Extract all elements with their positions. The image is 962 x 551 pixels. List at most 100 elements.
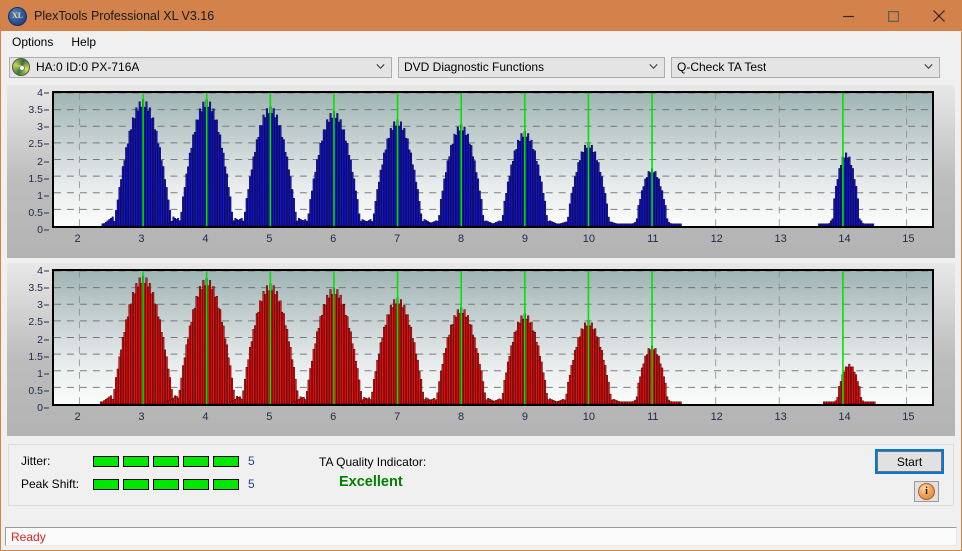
x-tick-label: 11 [647,233,659,245]
y-tick-label: 3.5 [28,282,43,295]
x-tick-label: 7 [394,411,401,423]
x-tick-label: 12 [710,411,723,423]
titlebar: XL PlexTools Professional XL V3.16 [1,1,961,31]
peak-shift-row: Peak Shift: 5 [21,477,255,491]
peakshift-chart-plot-wrap [52,269,934,406]
x-tick-label: 11 [647,411,659,423]
y-tick-label: 1 [37,189,43,202]
x-tick-label: 7 [394,233,401,245]
y-tick [44,270,49,272]
test-selector-value: Q-Check TA Test [677,60,767,74]
window-controls [826,1,961,31]
peakshift-chart-plot[interactable] [52,269,934,406]
jitter-chart-y-axis: 0 0.5 1 1.5 2 2.5 3 3.5 4 [7,87,49,236]
bar-segment [153,478,179,490]
minimize-icon[interactable] [826,1,871,31]
y-tick [44,287,49,289]
y-tick [44,161,49,162]
ta-quality-value: Excellent [339,474,403,490]
peakshift-chart-panel: 0 0.5 1 1.5 2 2.5 3 3.5 4 2 3 4 5 6 7 8 9 10 11 12 13 14 15 [7,263,955,436]
peak-shift-bar-gauge [93,478,239,490]
y-tick [44,339,49,340]
y-tick [44,92,49,94]
close-icon[interactable] [916,1,961,31]
peakshift-chart-y-axis: 0 0.5 1 1.5 2 2.5 3 3.5 4 [7,265,49,414]
x-tick-label: 14 [838,411,851,423]
info-button[interactable]: i [914,481,939,502]
y-tick [44,373,49,375]
y-tick [44,126,49,128]
y-tick-label: 3.5 [28,104,43,117]
peakshift-chart-x-axis: 2 3 4 5 6 7 8 9 10 11 12 13 14 15 [52,411,934,431]
jitter-chart-plot-wrap [52,91,934,228]
y-tick-label: 3 [37,121,43,134]
bar-segment [183,478,209,490]
menubar: Options Help [1,31,961,53]
peak-shift-label: Peak Shift: [21,477,80,491]
jitter-value: 5 [248,454,255,468]
test-selector[interactable]: Q-Check TA Test [671,56,940,78]
jitter-row: Jitter: 5 [21,454,255,468]
x-tick-label: 10 [582,233,595,245]
chevron-down-icon[interactable] [924,62,933,71]
menu-item-options[interactable]: Options [8,33,61,51]
jitter-chart-panel: 0 0.5 1 1.5 2 2.5 3 3.5 4 2 3 4 5 6 7 8 9 10 11 12 13 14 15 [7,85,955,258]
bar-segment [93,455,119,467]
y-tick [44,178,49,180]
info-icon: i [918,483,935,500]
y-tick [44,390,49,392]
jitter-chart-plot[interactable] [52,91,934,228]
peak-shift-value: 5 [248,477,255,491]
y-tick-label: 4 [37,87,43,99]
y-tick [44,109,49,111]
bar-segment [213,478,239,490]
results-panel: Jitter: 5 Peak Shift: 5 TA Quality Indic… [8,444,954,506]
app-icon-text: XL [11,11,24,20]
function-selector-value: DVD Diagnostic Functions [404,60,545,74]
drive-selector[interactable]: HA:0 ID:0 PX-716A [9,56,392,78]
y-tick-label: 2.5 [28,138,43,151]
x-tick-label: 10 [582,411,595,423]
x-tick-label: 2 [74,233,81,245]
chevron-down-icon[interactable] [649,62,658,71]
x-tick-label: 13 [774,411,787,423]
x-tick-label: 6 [330,233,337,245]
y-tick-label: 2 [37,333,43,346]
maximize-icon[interactable] [871,1,916,31]
x-tick-label: 4 [202,411,209,423]
y-tick-label: 1 [37,367,43,380]
x-tick-label: 14 [838,233,851,245]
bar-segment [153,455,179,467]
bar-segment [93,478,119,490]
info-icon-glyph: i [925,485,928,497]
jitter-bar-gauge [93,455,239,467]
charts-area: 0 0.5 1 1.5 2 2.5 3 3.5 4 2 3 4 5 6 7 8 9 10 11 12 13 14 15 0… [1,81,961,436]
start-button[interactable]: Start [875,449,944,474]
y-tick-label: 0 [37,402,43,414]
y-tick-label: 0 [37,224,43,236]
chevron-down-icon[interactable] [376,62,385,71]
function-selector[interactable]: DVD Diagnostic Functions [398,56,665,78]
x-tick-label: 6 [330,411,337,423]
x-tick-label: 8 [457,233,465,245]
x-tick-label: 4 [202,233,209,245]
window-title: PlexTools Professional XL V3.16 [34,9,215,23]
x-tick-label: 2 [74,411,81,423]
cd-disc-icon [12,58,30,76]
menu-item-help[interactable]: Help [67,33,104,51]
ta-quality-label: TA Quality Indicator: [319,455,427,469]
y-tick [44,356,49,358]
x-tick-label: 15 [902,233,915,245]
y-tick-label: 2.5 [28,316,43,329]
app-window: XL PlexTools Professional XL V3.16 Optio… [0,0,962,551]
bar-segment [123,478,149,490]
x-tick-label: 8 [457,411,465,423]
bar-segment [183,455,209,467]
x-tick-label: 5 [266,233,273,245]
status-text: Ready [11,529,46,544]
status-bar: Ready [5,527,957,546]
x-tick-label: 13 [774,233,787,245]
y-tick [44,321,49,323]
bar-segment [213,455,239,467]
jitter-label: Jitter: [21,454,51,468]
